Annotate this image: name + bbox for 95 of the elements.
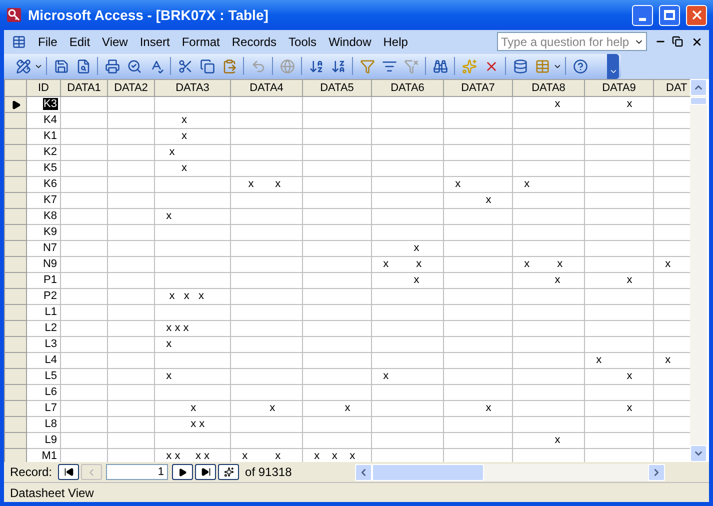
table-cell-text: x <box>595 354 602 366</box>
sparkle-icon <box>224 467 234 477</box>
last-record-button[interactable] <box>195 464 216 480</box>
table-cell-text: x <box>165 338 172 350</box>
first-icon <box>64 467 74 477</box>
table-cell-text: x x x <box>165 322 189 334</box>
maximize-button[interactable] <box>659 4 680 26</box>
table-cell: K4 <box>42 114 58 126</box>
table-cell-text: x <box>454 178 461 190</box>
table-cell: P2 <box>42 290 58 302</box>
scroll-thumb[interactable] <box>690 97 707 105</box>
menu-item[interactable]: Format <box>176 32 226 52</box>
table-cell-text: x <box>165 370 172 382</box>
table-cell: K2 <box>42 146 58 158</box>
table-cell-text: x x <box>241 450 281 462</box>
table-cell: M1 <box>40 450 58 462</box>
table-cell: K1 <box>42 130 58 142</box>
table-cell-text: x <box>664 354 671 366</box>
close-button[interactable] <box>686 4 707 26</box>
table-cell-text: x <box>554 98 560 110</box>
key-icon <box>6 7 22 23</box>
table-cell-text: x <box>180 162 187 174</box>
table-cell-text: x <box>523 178 530 190</box>
menu-item[interactable]: Insert <box>134 32 176 52</box>
table-cell-text: x <box>268 402 276 414</box>
table-cell-text: x <box>190 402 196 414</box>
menu-item[interactable]: Window <box>322 32 378 52</box>
record-count: of 91318 <box>245 464 293 481</box>
table-cell-text: x x <box>523 258 563 270</box>
table-cell-text: x x <box>190 418 205 430</box>
table-cell-text: x <box>165 210 172 222</box>
table-cell-text: x <box>626 98 632 110</box>
table-cell: L8 <box>44 418 58 430</box>
table-cell-text: x x x <box>313 450 356 462</box>
table-cell-text: x <box>382 370 389 382</box>
table-cell-text: x <box>484 194 492 206</box>
table-cell-text: x <box>412 242 420 254</box>
window-title: Microsoft Access - [BRK07X : Table] <box>28 6 270 25</box>
scroll-thumb[interactable] <box>372 464 484 480</box>
table-cell-text: x <box>664 258 671 270</box>
table-cell-text: x x <box>247 178 281 190</box>
table-cell-text: x <box>554 274 560 286</box>
menu-item[interactable]: Edit <box>63 32 96 52</box>
first-record-button[interactable] <box>58 464 80 480</box>
row-selector[interactable] <box>4 96 26 112</box>
table-cell: K9 <box>42 226 58 238</box>
table-cell: L4 <box>44 354 58 366</box>
help-field[interactable]: Type a question for help <box>497 32 647 51</box>
table-cell: L5 <box>44 370 58 382</box>
table-cell: L2 <box>44 322 58 334</box>
table-cell: L9 <box>44 434 58 446</box>
table-cell-text: x <box>168 146 175 158</box>
menu-item[interactable]: Tools <box>282 32 323 52</box>
table-cell-text: x <box>344 402 350 414</box>
table-cell-text: x <box>180 114 187 126</box>
table-cell-text: x <box>626 370 632 382</box>
table-cell: N9 <box>42 258 58 270</box>
table-cell: L3 <box>44 338 58 350</box>
menu-item[interactable]: Records <box>226 32 283 52</box>
table-cell: L1 <box>44 306 58 318</box>
table-cell: P1 <box>42 274 58 286</box>
table-cell-text: x <box>626 402 632 414</box>
table-cell-text: x <box>484 402 492 414</box>
table-cell-text: x x x x <box>165 450 210 462</box>
record-label: Record: <box>10 464 52 481</box>
table-cell-text: x <box>412 274 420 286</box>
next-record-button[interactable] <box>172 464 194 480</box>
last-icon <box>200 467 211 477</box>
minimize-button[interactable] <box>632 4 653 26</box>
new-record-button[interactable] <box>218 464 240 480</box>
close-icon[interactable] <box>691 36 703 48</box>
menu-item[interactable]: View <box>96 32 134 52</box>
table-icon <box>12 34 26 48</box>
table-cell: K8 <box>42 210 58 222</box>
close-icon <box>690 8 704 22</box>
table-cell: K6 <box>42 178 58 190</box>
table-cell-text: x <box>180 130 187 142</box>
restore-icon[interactable] <box>672 36 683 47</box>
table-cell: L7 <box>44 402 58 414</box>
table-cell: K7 <box>42 194 58 206</box>
table-cell-text: x <box>626 274 632 286</box>
table-cell-text: x x <box>382 258 422 270</box>
status-text: Datasheet View <box>10 484 94 502</box>
menu-item[interactable]: Help <box>377 32 414 52</box>
table-cell: K5 <box>42 162 58 174</box>
toolbar-options-handle[interactable] <box>607 54 619 78</box>
play-icon <box>178 468 188 476</box>
table-cell: N7 <box>42 242 58 254</box>
table-cell-text: x x x <box>168 290 204 302</box>
table-cell-text: x <box>554 434 560 446</box>
record-number-field[interactable]: 1 <box>106 464 168 480</box>
table-cell: K3 <box>42 98 58 110</box>
menu-item[interactable]: File <box>32 32 64 52</box>
current-record-icon <box>11 100 21 110</box>
table-cell: L6 <box>44 386 58 398</box>
